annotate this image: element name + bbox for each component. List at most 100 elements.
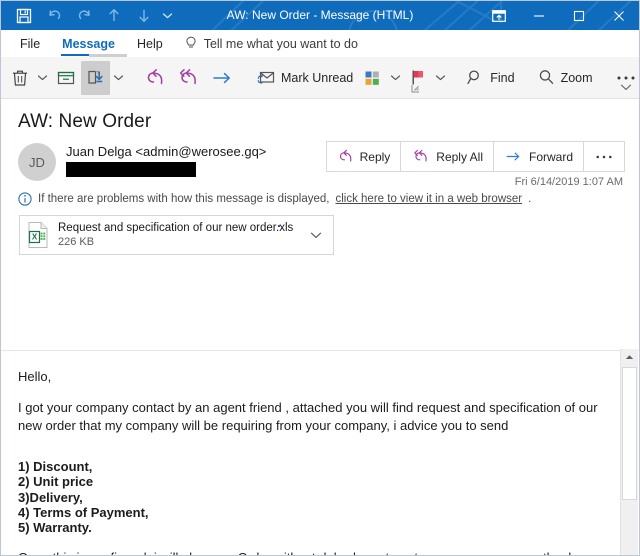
body-list-item: 5) Warranty. [18,520,92,536]
forward-icon [213,72,230,83]
attachment-size: 226 KB [58,236,95,248]
mark-unread-label: Mark Unread [281,70,354,85]
zoom-icon [539,70,553,84]
close-button[interactable] [599,1,639,30]
vertical-scrollbar[interactable] [620,349,638,555]
reply-all-button[interactable]: Reply All [400,141,494,172]
message-toolbar: Mark Unread Find Zoom [1,57,639,99]
more-actions-button[interactable] [583,141,625,172]
mark-unread-icon [257,71,275,84]
previous-item-button[interactable] [99,3,129,28]
reply-label: Reply [359,149,391,164]
body-list-item: 1) Discount, [18,458,93,474]
save-button[interactable] [9,3,39,28]
forward-icon [506,152,520,161]
scroll-up-icon [625,355,634,359]
move-dropdown-button[interactable] [110,61,127,95]
tab-message[interactable]: Message [51,30,126,57]
archive-button[interactable] [51,61,81,95]
scrollbar-thumb[interactable] [622,367,637,500]
delete-dropdown-button[interactable] [34,61,51,95]
find-button[interactable]: Find [461,61,519,95]
arrow-up-icon [109,9,119,21]
message-header: JD Juan Delga <admin@werosee.gq> Reply R… [1,133,639,188]
sender-name: Juan Delga [66,144,132,159]
reply-button[interactable] [139,61,171,95]
customize-qat-button[interactable] [159,3,175,28]
reply-all-button[interactable] [171,61,205,95]
zoom-button[interactable]: Zoom [532,61,598,95]
archive-icon [57,71,75,84]
forward-button[interactable] [205,61,239,95]
reply-icon [147,68,163,84]
undo-icon [48,10,60,20]
chevron-down-icon [37,74,48,80]
categorize-dropdown-button[interactable] [387,61,404,95]
move-button[interactable] [81,60,110,95]
info-icon [18,192,32,206]
collapse-ribbon-button[interactable] [620,79,632,97]
mark-unread-button[interactable]: Mark Unread [251,61,358,95]
tab-message-label: Message [62,36,115,51]
chevron-down-icon [436,74,446,80]
body-greeting: Hello, [18,369,52,384]
attachment-name: Request and specification of our new ord… [58,222,294,234]
tab-help[interactable]: Help [126,30,174,57]
scroll-up-button[interactable] [621,349,638,366]
reply-all-label: Reply All [436,149,483,164]
reading-pane: AW: New Order JD Juan Delga <admin@weros… [1,99,639,555]
find-label: Find [490,70,515,85]
move-to-folder-icon [88,70,103,84]
tab-help-label: Help [136,36,163,51]
arrow-down-icon [139,10,149,22]
body-paragraph-1: I got your company contact by an agent f… [18,400,598,433]
reply-all-icon [179,68,196,84]
quick-access-toolbar [1,3,175,28]
body-list-item: 3)Delivery, [18,489,83,505]
chevron-down-icon [311,232,322,238]
minimize-button[interactable] [519,1,559,30]
tell-me-label: Tell me what you want to do [203,36,358,51]
chevron-down-icon [391,74,401,80]
view-in-browser-link[interactable]: click here to view it in a web browser [335,193,522,205]
next-item-button[interactable] [129,3,159,28]
categorize-button[interactable] [358,61,387,95]
body-paragraph-2: Once this is confirmed, i will place my … [18,549,601,555]
redo-button[interactable] [69,3,99,28]
attachment-menu-button[interactable] [301,231,329,240]
categorize-icon [365,71,380,85]
trash-icon [13,70,27,86]
forward-label: Forward [528,149,573,164]
undo-button[interactable] [39,3,69,28]
ribbon-options-icon [492,9,506,22]
ribbon-display-options-button[interactable] [479,1,519,30]
sender-block: Juan Delga <admin@werosee.gq> [66,141,266,181]
delete-button[interactable] [6,61,34,95]
info-bar-text-after: . [528,193,532,205]
window-controls [479,1,639,30]
page-title: AW: New Order [18,111,152,132]
follow-up-dropdown-button[interactable] [432,61,449,95]
sender-address: <admin@werosee.gq> [135,144,267,159]
info-bar-text: If there are problems with how this mess… [38,193,330,205]
close-icon [614,10,624,21]
tags-dialog-launcher[interactable] [411,84,420,95]
tell-me-search[interactable]: Tell me what you want to do [174,30,368,57]
image-artifact-dot [278,225,280,227]
sender-line[interactable]: Juan Delga <admin@werosee.gq> [66,144,266,159]
svg-text:X: X [32,233,38,242]
ribbon-tab-bar: File Message Help Tell me what you want … [1,30,639,59]
attachment-item[interactable]: X Request and specification of our new o… [19,215,335,255]
attachment-meta: Request and specification of our new ord… [58,222,293,248]
search-icon [467,70,480,85]
forward-button[interactable]: Forward [492,141,584,172]
maximize-button[interactable] [559,1,599,30]
chevron-down-icon [620,84,632,90]
reply-button[interactable]: Reply [325,141,402,172]
tab-file[interactable]: File [9,30,51,57]
lightbulb-icon [186,36,196,48]
zoom-label: Zoom [560,70,593,85]
minimize-icon [534,14,544,17]
body-list-item: 4) Terms of Payment, [18,504,149,520]
